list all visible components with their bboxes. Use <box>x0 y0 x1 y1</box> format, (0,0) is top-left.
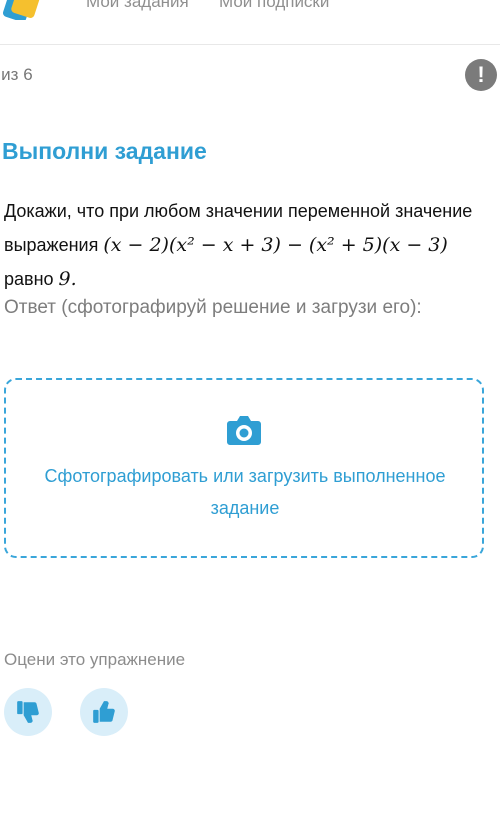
rating-label: Оцени это упражнение <box>4 650 186 669</box>
math-expression: (x − 2)(x² − x + 3) − (x² + 5)(x − 3) <box>103 234 448 256</box>
thumbs-down-icon <box>17 701 39 723</box>
exercise-progress: 6 из 6 <box>0 65 33 84</box>
task-statement: Докажи, что при любом значении переменно… <box>4 194 474 296</box>
result-value: 9. <box>58 268 77 290</box>
tab-my-subscriptions[interactable]: Мои подписки <box>219 0 329 12</box>
answer-prompt: Ответ (сфотографируй решение и загрузи е… <box>4 297 422 318</box>
exclamation-icon: ! <box>477 62 485 87</box>
dislike-button[interactable] <box>4 688 52 736</box>
report-problem-button[interactable]: ! <box>465 59 497 91</box>
thumbs-up-icon <box>93 701 115 723</box>
top-navigation: Мои задания Мои подписки <box>0 0 500 45</box>
page-title: Выполни задание <box>2 138 207 164</box>
upload-label[interactable]: Сфотографировать или загрузить выполненн… <box>40 460 450 524</box>
tab-my-tasks[interactable]: Мои задания <box>86 0 189 12</box>
statement-text-2: равно <box>4 269 59 289</box>
camera-icon[interactable] <box>226 412 262 446</box>
app-logo[interactable] <box>0 0 46 20</box>
like-button[interactable] <box>80 688 128 736</box>
